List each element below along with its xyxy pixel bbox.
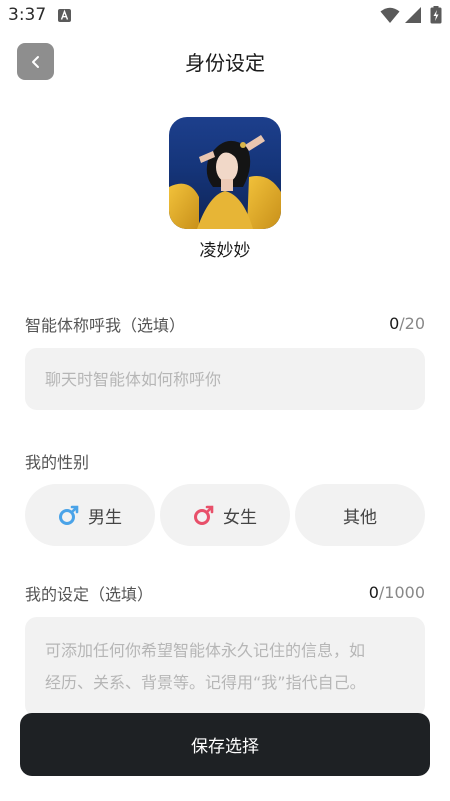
- gender-other-button[interactable]: 其他: [295, 484, 425, 546]
- avatar-portrait-image: [169, 117, 281, 229]
- gender-male-label: 男生: [88, 507, 122, 528]
- setting-placeholder-line: 经历、关系、背景等。记得用“我”指代自己。: [45, 673, 366, 692]
- female-icon: [194, 505, 214, 525]
- battery-charging-icon: [430, 6, 442, 24]
- page-title: 身份设定: [185, 51, 265, 75]
- save-button[interactable]: 保存选择: [20, 713, 430, 776]
- app-notification-icon: [58, 9, 71, 22]
- setting-placeholder-line: 可添加任何你希望智能体永久记住的信息，如: [45, 641, 366, 660]
- gender-female-button[interactable]: 女生: [160, 484, 290, 546]
- gender-female-label: 女生: [223, 507, 257, 528]
- gender-other-label: 其他: [343, 507, 377, 528]
- nickname-max: /20: [399, 314, 425, 333]
- status-time: 3:37: [8, 5, 47, 25]
- nickname-count: 0: [389, 314, 400, 333]
- status-bar: 3:37: [0, 0, 450, 30]
- signal-icon: [405, 7, 421, 23]
- male-icon: [59, 505, 79, 525]
- avatar: [169, 117, 281, 229]
- nickname-input[interactable]: [25, 348, 425, 410]
- character-name: 凌妙妙: [199, 241, 251, 261]
- nickname-counter: 0/20: [389, 314, 425, 333]
- setting-label: 我的设定（选填）: [25, 585, 154, 604]
- wifi-icon: [380, 7, 400, 23]
- setting-max: /1000: [378, 583, 425, 602]
- gender-label: 我的性别: [25, 453, 90, 472]
- gender-male-button[interactable]: 男生: [25, 484, 155, 546]
- setting-counter: 0/1000: [369, 583, 425, 602]
- nickname-label: 智能体称呼我（选填）: [25, 316, 186, 335]
- setting-count: 0: [368, 583, 379, 602]
- setting-textarea[interactable]: 可添加任何你希望智能体永久记住的信息，如 经历、关系、背景等。记得用“我”指代自…: [25, 617, 425, 717]
